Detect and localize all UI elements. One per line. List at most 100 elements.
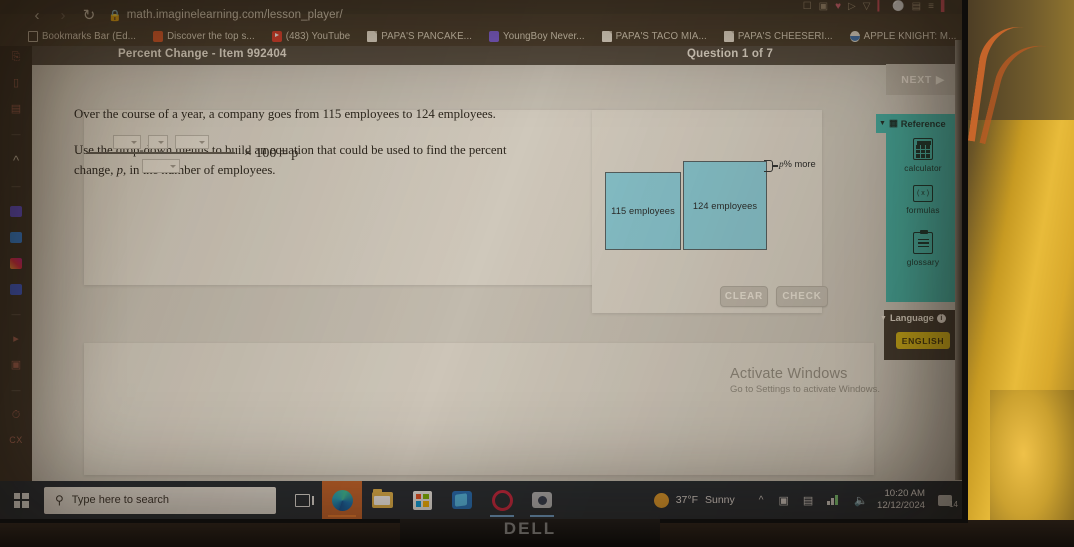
reference-item-formulas[interactable]: ( x ) formulas bbox=[886, 185, 960, 215]
reference-panel-header[interactable]: ▼ ▦ Reference bbox=[876, 114, 960, 133]
history-clock-icon[interactable]: ⏱ bbox=[12, 410, 21, 421]
numerator-dropdown-3[interactable] bbox=[175, 135, 209, 149]
player-icon[interactable]: ▸ bbox=[13, 334, 19, 345]
extension-icon-5[interactable]: ▌ bbox=[941, 2, 948, 12]
language-english-button[interactable]: ENGLISH bbox=[896, 332, 950, 349]
glossary-clipboard-icon bbox=[913, 229, 933, 254]
taskbar-store-icon[interactable] bbox=[402, 481, 442, 519]
divider-icon: — bbox=[11, 181, 21, 191]
lesson-player: Percent Change - Item 992404 Question 1 … bbox=[32, 46, 962, 481]
language-panel-title: Language bbox=[889, 313, 934, 323]
menu-icon[interactable]: ≡ bbox=[928, 2, 934, 12]
chevron-down-icon[interactable]: ▽ bbox=[863, 2, 871, 12]
extension-icon-3[interactable]: ▎ bbox=[877, 2, 885, 12]
next-button[interactable]: NEXT ▶ bbox=[886, 64, 960, 95]
more-options-icon[interactable]: CX bbox=[9, 436, 23, 445]
taskbar-app-icons bbox=[282, 481, 562, 519]
extension-icon-1[interactable]: ☐ bbox=[803, 2, 812, 12]
address-bar-url[interactable]: math.imaginelearning.com/lesson_player/ bbox=[127, 9, 343, 21]
info-icon[interactable]: i bbox=[936, 313, 946, 323]
taskbar-clock[interactable]: 10:20 AM 12/12/2024 bbox=[877, 488, 925, 512]
wifi-icon[interactable] bbox=[827, 495, 840, 505]
telegram-icon[interactable] bbox=[10, 232, 22, 243]
extension-icon-2[interactable]: ▣ bbox=[819, 2, 828, 12]
monitor-screen: ☐ ▣ ♥ ▷ ▽ ▎ ⚪ ▤ ≡ ▌ ‹ › ↻ 🔒 math.imagine… bbox=[0, 0, 962, 519]
denominator-dropdown[interactable] bbox=[142, 158, 180, 173]
check-button[interactable]: CHECK bbox=[776, 286, 828, 307]
taskbar-task-view-icon[interactable] bbox=[282, 481, 322, 519]
bookmark-youngboy[interactable]: YoungBoy Never... bbox=[489, 30, 585, 42]
search-input[interactable]: ⚲ Type here to search bbox=[44, 486, 276, 514]
numerator-dropdown-1[interactable] bbox=[113, 135, 141, 149]
screen-right-edge bbox=[955, 40, 962, 480]
battery-icon[interactable]: ▤ bbox=[803, 494, 813, 507]
taskbar-file-explorer-icon[interactable] bbox=[362, 481, 402, 519]
volume-icon[interactable]: 🔈 bbox=[854, 494, 868, 507]
chevron-up-icon[interactable]: ^ bbox=[759, 495, 764, 506]
reference-item-label: formulas bbox=[906, 205, 940, 215]
reference-item-label: calculator bbox=[904, 163, 942, 173]
numerator-dropdown-2[interactable] bbox=[148, 135, 168, 149]
taskbar-outlook-icon[interactable] bbox=[442, 481, 482, 519]
divider-icon: — bbox=[11, 385, 21, 395]
collapse-caret-icon[interactable]: ^ bbox=[13, 154, 19, 167]
bookmark-apple-knight[interactable]: APPLE KNIGHT: M... bbox=[849, 30, 957, 42]
forward-arrow-icon[interactable]: › bbox=[50, 8, 76, 23]
taskbar-opera-icon[interactable] bbox=[482, 481, 522, 519]
bookmark-papas-taco-mia[interactable]: PAPA'S TACO MIA... bbox=[601, 30, 707, 42]
extension-icon-4[interactable]: ▤ bbox=[912, 2, 921, 12]
lesson-title: Percent Change - Item 992404 bbox=[118, 48, 287, 60]
send-icon[interactable]: ▷ bbox=[848, 2, 856, 12]
notification-icon[interactable]: 14 bbox=[934, 481, 958, 519]
bookmark-bookmarks-bar[interactable]: Bookmarks Bar (Ed... bbox=[28, 30, 136, 42]
back-arrow-icon[interactable]: ‹ bbox=[24, 8, 50, 23]
bookmark-papas-cheeseria[interactable]: PAPA'S CHEESERI... bbox=[723, 30, 833, 42]
fraction bbox=[87, 135, 235, 173]
twitch-icon[interactable] bbox=[10, 206, 22, 217]
taskbar-camera-icon[interactable] bbox=[522, 481, 562, 519]
messenger-app-icon[interactable] bbox=[10, 284, 22, 295]
language-panel-header[interactable]: ▼ Language i bbox=[876, 310, 962, 326]
caret-down-icon: ▼ bbox=[880, 314, 887, 322]
divider-icon: — bbox=[11, 309, 21, 319]
bar-diagram-card: 115 employees 124 employees p% more bbox=[592, 110, 822, 313]
bookmark-discover[interactable]: Discover the top s... bbox=[153, 30, 255, 42]
brace-tick-icon bbox=[772, 165, 778, 167]
video-icon[interactable]: ▣ bbox=[11, 360, 21, 371]
prompt-line-1: Over the course of a year, a company goe… bbox=[74, 107, 496, 121]
lesson-canvas: 🔈 Over the course of a year, a company g… bbox=[32, 65, 962, 481]
chat-icon[interactable]: ▯ bbox=[13, 78, 19, 89]
bookmark-label: PAPA'S TACO MIA... bbox=[615, 30, 707, 42]
document-icon bbox=[367, 30, 378, 42]
bar-box-before-label: 115 employees bbox=[611, 206, 675, 216]
reference-item-calculator[interactable]: calculator bbox=[886, 138, 960, 173]
taskbar-weather-widget[interactable]: 37°F Sunny bbox=[653, 492, 735, 508]
equation-builder: × 100 = p bbox=[87, 135, 298, 173]
instagram-icon[interactable] bbox=[10, 258, 22, 269]
bookmarks-bar: Bookmarks Bar (Ed... Discover the top s.… bbox=[0, 26, 962, 46]
bookmark-label: PAPA'S CHEESERI... bbox=[737, 30, 833, 42]
browser-extension-icons[interactable]: ☐ ▣ ♥ ▷ ▽ ▎ ⚪ ▤ ≡ ▌ bbox=[803, 0, 948, 14]
document-icon bbox=[723, 30, 734, 42]
monitor-brand-logo: DELL bbox=[503, 519, 557, 538]
heart-icon[interactable]: ♥ bbox=[835, 2, 841, 12]
taskbar-edge-icon[interactable] bbox=[322, 481, 362, 519]
brace-label: p% more bbox=[779, 159, 816, 170]
bookmark-label: APPLE KNIGHT: M... bbox=[863, 30, 957, 42]
reload-icon[interactable]: ↻ bbox=[76, 8, 102, 23]
profile-icon[interactable]: ⚪ bbox=[892, 2, 904, 12]
reference-item-glossary[interactable]: glossary bbox=[886, 229, 960, 267]
messenger-icon[interactable]: ▤ bbox=[11, 104, 21, 115]
apple-knight-icon bbox=[849, 30, 860, 42]
language-panel: ▼ Language i ENGLISH bbox=[880, 310, 962, 360]
browser-navigation-row: ‹ › ↻ 🔒 math.imaginelearning.com/lesson_… bbox=[0, 2, 700, 28]
numerator-row bbox=[113, 135, 209, 152]
bookmark-youtube[interactable]: (483) YouTube bbox=[271, 30, 351, 42]
bookmark-papas-pancake[interactable]: PAPA'S PANCAKE... bbox=[367, 30, 472, 42]
onedrive-icon[interactable]: ▣ bbox=[778, 494, 788, 507]
clear-button[interactable]: CLEAR bbox=[720, 286, 768, 307]
equation-tail: × 100 = p bbox=[244, 145, 299, 161]
denominator-row bbox=[87, 154, 235, 173]
windows-start-icon[interactable] bbox=[0, 481, 42, 519]
print-icon[interactable]: ⎘ bbox=[12, 52, 21, 63]
